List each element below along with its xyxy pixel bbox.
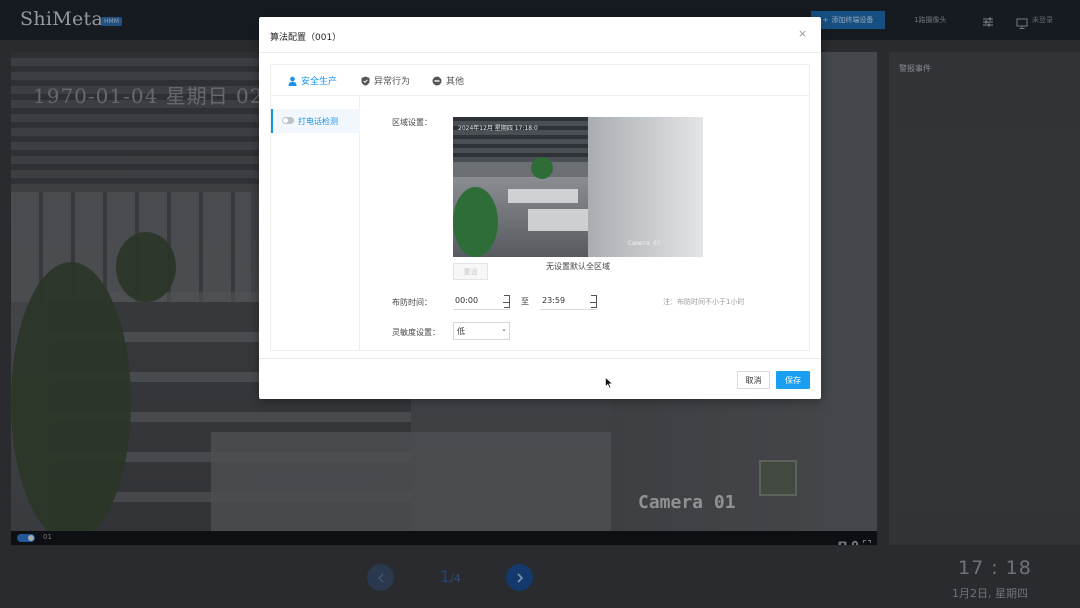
sensitivity-label: 灵敏度设置：: [392, 328, 440, 337]
tab-label: 异常行为: [374, 77, 411, 87]
sensitivity-select[interactable]: 低 ⌄: [453, 322, 510, 340]
user-icon: [288, 76, 297, 86]
start-time-value: 00:00: [455, 296, 479, 305]
reset-region-button[interactable]: 重设: [453, 263, 488, 280]
end-time-value: 23:59: [542, 296, 566, 305]
preview-osd: 2024年12月 星期四 17:18:0: [458, 125, 538, 132]
dialog-title: 算法配置（001）: [270, 33, 342, 43]
minus-circle-icon: [432, 76, 442, 85]
algorithm-config-dialog: 算法配置（001） × 安全生产 异常行为 其他 打电话检测 区域设置： 202…: [259, 17, 821, 399]
dialog-footer: 取消 保存: [259, 358, 821, 399]
tab-abnormal-behavior[interactable]: 异常行为: [361, 74, 410, 87]
region-preview-image[interactable]: 2024年12月 星期四 17:18:0 Camera 01: [453, 117, 703, 257]
start-time-stepper[interactable]: [503, 295, 510, 308]
save-button[interactable]: 保存: [776, 371, 810, 389]
schedule-time-label: 布防时间：: [392, 298, 432, 307]
to-label: 至: [521, 297, 529, 306]
tab-label: 其他: [446, 77, 465, 87]
dialog-header: 算法配置（001） ×: [259, 17, 821, 53]
chevron-down-icon: ⌄: [501, 325, 507, 333]
algorithm-tabs: 安全生产 异常行为 其他: [271, 65, 809, 96]
preview-plant: [453, 187, 498, 257]
end-time-stepper[interactable]: [590, 295, 597, 308]
tab-other[interactable]: 其他: [432, 74, 464, 87]
shield-icon: [361, 76, 370, 86]
preview-plant: [531, 157, 553, 179]
region-label: 区域设置：: [392, 118, 432, 127]
sensitivity-value: 低: [457, 326, 465, 336]
end-time-input[interactable]: 23:59: [540, 292, 597, 310]
menu-item-phone-detection[interactable]: 打电话检测: [271, 109, 360, 133]
cancel-button[interactable]: 取消: [737, 371, 770, 389]
phone-detection-switch[interactable]: [282, 117, 294, 124]
close-icon[interactable]: ×: [798, 28, 807, 39]
tab-label: 安全生产: [301, 77, 338, 87]
preview-desk: [508, 189, 578, 203]
mouse-cursor-icon: [605, 374, 614, 393]
dialog-content: 安全生产 异常行为 其他 打电话检测 区域设置： 2024年12月 星期四 17…: [270, 64, 810, 351]
region-hint: 无设置默认全区域: [546, 262, 610, 271]
menu-item-label: 打电话检测: [298, 117, 338, 126]
preview-desk: [528, 209, 588, 231]
preview-wall: [588, 117, 703, 257]
preview-camera-label: Camera 01: [628, 240, 661, 247]
tab-safety-production[interactable]: 安全生产: [288, 74, 337, 87]
algorithm-menu: 打电话检测: [271, 96, 360, 350]
schedule-note: 注：布防时间不小于1小时: [663, 298, 745, 306]
start-time-input[interactable]: 00:00: [453, 292, 510, 310]
